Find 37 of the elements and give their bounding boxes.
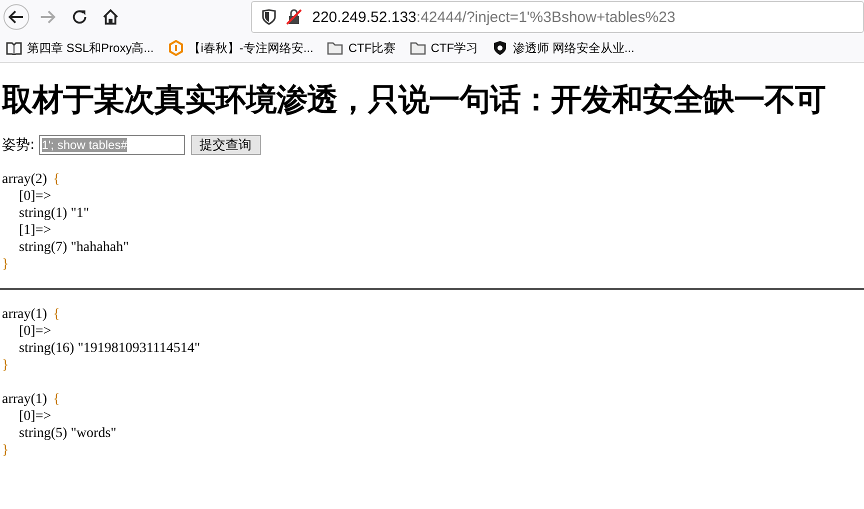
dump-line: [0]=> [19,188,52,205]
bookmark-item[interactable]: 第四章 SSL和Proxy高... [6,40,154,56]
shield-icon[interactable] [262,9,276,25]
field-label: 姿势: [2,136,35,154]
folder-icon [410,41,426,55]
bookmark-item[interactable]: CTF学习 [410,40,478,56]
dump-line: array(1) [2,391,48,408]
reload-icon[interactable] [70,8,88,26]
brace: { [53,171,60,188]
dump-line: array(1) [2,306,48,323]
dump-line: [1]=> [19,222,52,239]
bookmark-item[interactable]: 渗透师 网络安全从业... [492,40,634,56]
insecure-lock-icon [286,9,302,25]
dump-line: [0]=> [19,323,52,340]
hexagon-icon [168,40,184,56]
brace: } [2,357,9,374]
page-heading: 取材于某次真实环境渗透，只说一句话：开发和安全缺一不可 [2,81,826,120]
brace: } [2,256,9,273]
back-icon[interactable] [3,3,30,31]
bookmark-item[interactable]: CTF比赛 [327,40,396,56]
bookmark-item[interactable]: 【i春秋】-专注网络安... [168,40,314,56]
dump-line: string(5) "words" [19,425,116,442]
shield-icon [492,40,508,56]
brace: { [53,391,60,408]
url-text: 220.249.52.133:42444/?inject=1'%3Bshow+tables%23 [312,8,676,26]
dump-line: string(16) "1919810931114514" [19,340,200,357]
address-bar[interactable]: 220.249.52.133:42444/?inject=1'%3Bshow+tables%23 [251,1,864,33]
brace: { [53,306,60,323]
dump-line: array(2) [2,171,48,188]
dump-line: string(7) "hahahah" [19,239,129,256]
book-icon [6,41,22,55]
home-icon[interactable] [102,8,120,26]
folder-icon [327,41,344,55]
dump-line: [0]=> [19,408,52,425]
brace: } [2,442,9,459]
dump-line: string(1) "1" [19,205,90,222]
submit-button[interactable]: 提交查询 [190,135,261,155]
